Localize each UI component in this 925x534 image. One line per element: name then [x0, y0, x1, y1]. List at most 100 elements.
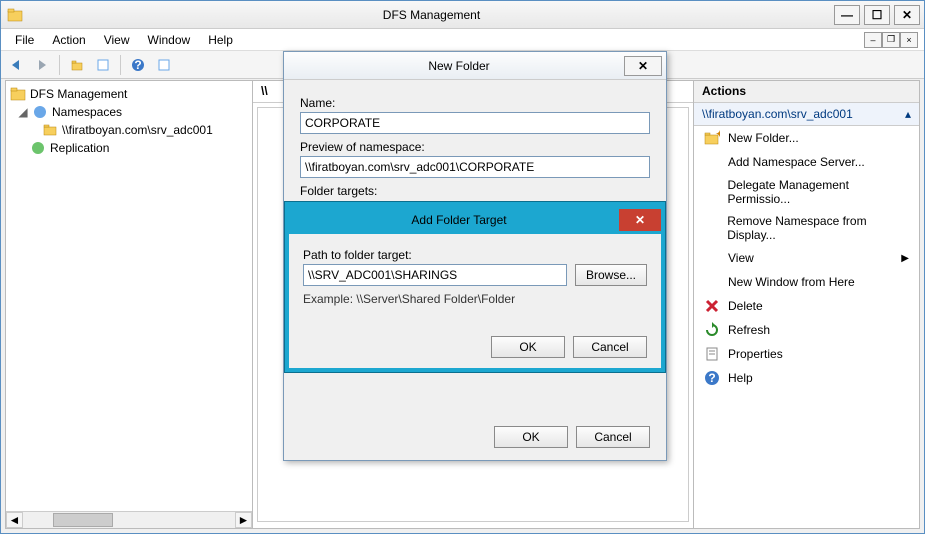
action-label: Delete: [728, 299, 763, 313]
collapse-icon[interactable]: ▴: [905, 107, 911, 121]
action-label: New Window from Here: [728, 275, 855, 289]
mdi-restore-button[interactable]: ❐: [882, 32, 900, 48]
dialog-title: Add Folder Target: [299, 213, 619, 227]
maximize-button[interactable]: ☐: [864, 5, 890, 25]
back-button[interactable]: [5, 54, 27, 76]
scroll-right-button[interactable]: ►: [235, 512, 252, 528]
preview-label: Preview of namespace:: [300, 140, 650, 154]
add-folder-target-dialog: Add Folder Target ✕ Path to folder targe…: [285, 202, 665, 372]
scroll-thumb[interactable]: [53, 513, 113, 527]
menu-window[interactable]: Window: [140, 31, 199, 49]
action-label: Add Namespace Server...: [728, 155, 865, 169]
dialog-body: Path to folder target: Browse... Example…: [289, 234, 661, 314]
action-delegate-permissions[interactable]: Delegate Management Permissio...: [694, 174, 919, 210]
dialog-title: New Folder: [294, 59, 624, 73]
minimize-button[interactable]: —: [834, 5, 860, 25]
center-header-text: \\: [261, 84, 268, 98]
actions-pane: Actions \\firatboyan.com\srv_adc001 ▴ ✦ …: [694, 80, 920, 529]
dialog-buttons: OK Cancel: [494, 426, 650, 448]
cancel-button[interactable]: Cancel: [573, 336, 647, 358]
app-icon: [7, 7, 23, 23]
action-add-namespace-server[interactable]: Add Namespace Server...: [694, 150, 919, 174]
namespace-icon: [32, 104, 48, 120]
example-text: Example: \\Server\Shared Folder\Folder: [303, 292, 647, 306]
forward-button[interactable]: [31, 54, 53, 76]
action-label: Delegate Management Permissio...: [728, 178, 910, 206]
app-window: DFS Management — ☐ ✕ File Action View Wi…: [0, 0, 925, 534]
replication-icon: [30, 140, 46, 156]
tree-replication-label: Replication: [50, 141, 109, 155]
tree-namespaces-label: Namespaces: [52, 105, 122, 119]
separator: [120, 55, 121, 75]
action-refresh[interactable]: Refresh: [694, 318, 919, 342]
blank-icon: [704, 274, 720, 290]
action-new-folder[interactable]: ✦ New Folder...: [694, 126, 919, 150]
tree-replication[interactable]: Replication: [8, 139, 250, 157]
menu-action[interactable]: Action: [44, 31, 93, 49]
action-view[interactable]: View ▶: [694, 246, 919, 270]
dialog-buttons: OK Cancel: [491, 336, 647, 358]
tree-root[interactable]: DFS Management: [8, 85, 250, 103]
up-button[interactable]: [66, 54, 88, 76]
mdi-minimize-button[interactable]: –: [864, 32, 882, 48]
new-folder-icon: ✦: [704, 130, 720, 146]
tree-body: DFS Management ◢ Namespaces \\firatboyan…: [6, 81, 252, 511]
action-label: Remove Namespace from Display...: [727, 214, 909, 242]
blank-icon: [704, 220, 719, 236]
name-input[interactable]: [300, 112, 650, 134]
dfs-icon: [10, 86, 26, 102]
dialog-titlebar[interactable]: New Folder ✕: [284, 52, 666, 80]
browse-button[interactable]: Browse...: [575, 264, 647, 286]
help-button[interactable]: ?: [127, 54, 149, 76]
mdi-close-button[interactable]: ×: [900, 32, 918, 48]
menu-view[interactable]: View: [96, 31, 138, 49]
dialog-body: Name: Preview of namespace: Folder targe…: [284, 80, 666, 210]
menu-file[interactable]: File: [7, 31, 42, 49]
cancel-button[interactable]: Cancel: [576, 426, 650, 448]
titlebar: DFS Management — ☐ ✕: [1, 1, 924, 29]
dialog-close-button[interactable]: ✕: [619, 209, 661, 231]
action-remove-namespace[interactable]: Remove Namespace from Display...: [694, 210, 919, 246]
ok-button[interactable]: OK: [491, 336, 565, 358]
chevron-right-icon: ▶: [901, 253, 909, 264]
window-title: DFS Management: [29, 8, 834, 22]
action-label: View: [728, 251, 754, 265]
path-input[interactable]: [303, 264, 567, 286]
action-properties[interactable]: Properties: [694, 342, 919, 366]
separator: [59, 55, 60, 75]
action-label: New Folder...: [728, 131, 799, 145]
tree-hscrollbar[interactable]: ◄ ►: [6, 511, 252, 528]
refresh-icon: [704, 322, 720, 338]
action-label: Properties: [728, 347, 783, 361]
action-delete[interactable]: Delete: [694, 294, 919, 318]
svg-text:✦: ✦: [715, 130, 720, 141]
blank-icon: [704, 154, 720, 170]
actions-context[interactable]: \\firatboyan.com\srv_adc001 ▴: [694, 103, 919, 126]
scroll-left-button[interactable]: ◄: [6, 512, 23, 528]
name-label: Name:: [300, 96, 650, 110]
dialog-titlebar[interactable]: Add Folder Target ✕: [289, 206, 661, 234]
delete-icon: [704, 298, 720, 314]
namespace-item-icon: [42, 122, 58, 138]
dialog-close-button[interactable]: ✕: [624, 56, 662, 76]
tree-root-label: DFS Management: [30, 87, 127, 101]
action-new-window[interactable]: New Window from Here: [694, 270, 919, 294]
expand-toggle[interactable]: ◢: [18, 105, 28, 119]
svg-text:?: ?: [134, 58, 141, 72]
actions-context-label: \\firatboyan.com\srv_adc001: [702, 107, 853, 121]
mdi-controls: – ❐ ×: [864, 32, 918, 48]
ok-button[interactable]: OK: [494, 426, 568, 448]
menu-help[interactable]: Help: [200, 31, 241, 49]
targets-label: Folder targets:: [300, 184, 650, 198]
action-help[interactable]: ? Help: [694, 366, 919, 390]
properties-icon: [704, 346, 720, 362]
tree-namespace-item[interactable]: \\firatboyan.com\srv_adc001: [8, 121, 250, 139]
close-button[interactable]: ✕: [894, 5, 920, 25]
blank-icon: [704, 250, 720, 266]
properties-button[interactable]: [92, 54, 114, 76]
window-buttons: — ☐ ✕: [834, 5, 920, 25]
preview-input: [300, 156, 650, 178]
refresh-tb-button[interactable]: [153, 54, 175, 76]
tree-namespaces[interactable]: ◢ Namespaces: [8, 103, 250, 121]
scroll-track[interactable]: [23, 512, 235, 528]
